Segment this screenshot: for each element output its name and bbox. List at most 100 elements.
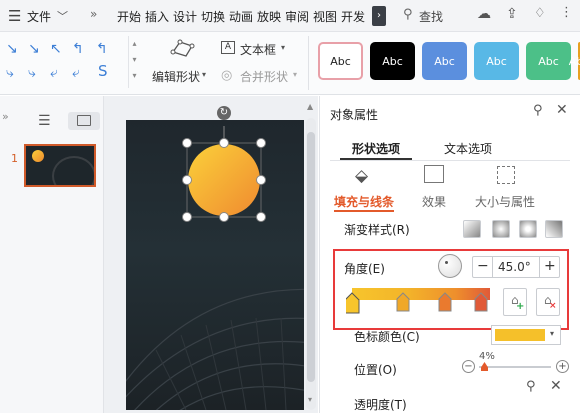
gradient-style-label: 渐变样式(R) bbox=[344, 223, 410, 237]
position-decrement-icon[interactable]: − bbox=[462, 360, 475, 373]
share-icon[interactable]: ⇪ bbox=[506, 6, 518, 22]
decrement-button[interactable]: − bbox=[477, 258, 489, 274]
menu-bar: ☰ 文件 ﹀ » 开始 插入 设计 切换 动画 放映 审阅 视图 开发 › ⚲ … bbox=[0, 0, 580, 32]
stop-color-swatch bbox=[495, 329, 545, 341]
property-panel: 对象属性 ⚲ ✕ 形状选项 文本选项 ⬙ 填充与线条 效果 大小与属性 渐变样式… bbox=[319, 96, 580, 413]
connector-icon[interactable]: ⤷ bbox=[28, 66, 36, 80]
gradient-stop bbox=[474, 292, 488, 312]
tab-developer[interactable]: 开发 bbox=[341, 8, 371, 25]
connector-icon[interactable]: ↰ bbox=[96, 42, 108, 56]
outline-view-icon[interactable]: ☰ bbox=[38, 113, 51, 129]
subtab-effect[interactable]: 效果 bbox=[422, 193, 446, 210]
tab-transition[interactable]: 切换 bbox=[201, 8, 225, 25]
line-shape-icon[interactable]: ↘ bbox=[6, 42, 18, 56]
more-options-icon[interactable]: ⋮ bbox=[560, 5, 573, 20]
scroll-up-icon[interactable]: ▲ bbox=[307, 102, 313, 111]
slide-thumbnail[interactable] bbox=[24, 144, 96, 187]
menu-icon[interactable]: ☰ bbox=[8, 7, 21, 25]
tab-insert[interactable]: 插入 bbox=[145, 8, 169, 25]
stop-color-label: 色标颜色(C) bbox=[354, 330, 420, 344]
effect-icon[interactable] bbox=[424, 165, 444, 183]
add-stop-button[interactable]: ⌂ + bbox=[503, 288, 527, 316]
tab-shape-options[interactable]: 形状选项 bbox=[352, 140, 400, 157]
more-icon[interactable]: » bbox=[90, 7, 97, 21]
edit-shape-button[interactable]: 编辑形状 bbox=[152, 68, 200, 85]
resize-handle[interactable] bbox=[219, 212, 229, 222]
close-icon[interactable]: ✕ bbox=[556, 102, 568, 118]
shape-style-option[interactable]: Abc bbox=[370, 42, 415, 80]
tab-home[interactable]: 开始 bbox=[117, 8, 141, 25]
gradient-style-linear[interactable] bbox=[463, 220, 481, 238]
resize-handle[interactable] bbox=[182, 212, 192, 222]
fill-line-icon[interactable]: ⬙ bbox=[355, 166, 368, 186]
gradient-style-path[interactable] bbox=[545, 220, 563, 238]
angle-input[interactable]: 45.0° bbox=[498, 260, 531, 274]
chevron-down-icon[interactable]: ▾ bbox=[202, 70, 206, 79]
line-shape-icon[interactable]: ↘ bbox=[28, 42, 40, 56]
position-slider-track[interactable] bbox=[479, 366, 551, 368]
increment-button[interactable]: + bbox=[544, 258, 556, 274]
scroll-right-button[interactable]: › bbox=[372, 6, 386, 26]
rotate-handle-icon[interactable]: ↻ bbox=[217, 106, 231, 120]
chevron-down-icon[interactable]: ▾ bbox=[281, 43, 285, 52]
resize-handle[interactable] bbox=[182, 138, 192, 148]
scroll-down-icon[interactable]: ▾ bbox=[308, 395, 312, 404]
shape-style-option[interactable]: Abc bbox=[318, 42, 363, 80]
position-increment-icon[interactable]: + bbox=[556, 360, 569, 373]
resize-handle[interactable] bbox=[256, 175, 266, 185]
subtab-fill-line[interactable]: 填充与线条 bbox=[334, 193, 394, 210]
resize-handle[interactable] bbox=[219, 138, 229, 148]
connector-icon[interactable]: ⤶ bbox=[50, 66, 58, 80]
gradient-style-rect[interactable] bbox=[519, 220, 537, 238]
thumbnail-circle bbox=[32, 150, 44, 162]
shape-style-option[interactable]: Abc bbox=[526, 42, 571, 80]
pin-icon[interactable]: ⚲ bbox=[526, 379, 536, 394]
subtab-size-property[interactable]: 大小与属性 bbox=[475, 193, 535, 210]
textbox-button[interactable]: 文本框 bbox=[240, 41, 276, 58]
tab-slideshow[interactable]: 放映 bbox=[257, 8, 281, 25]
position-label: 位置(O) bbox=[354, 363, 397, 377]
close-icon[interactable]: ✕ bbox=[550, 378, 562, 394]
textbox-icon[interactable]: A bbox=[221, 41, 235, 54]
gradient-stop bbox=[396, 292, 410, 312]
merge-shape-button: 合并形状 bbox=[240, 70, 289, 84]
collapse-icon[interactable]: » bbox=[2, 110, 9, 123]
resize-handle[interactable] bbox=[256, 212, 266, 222]
edit-shape-icon[interactable] bbox=[170, 38, 196, 60]
curve-icon[interactable]: S bbox=[98, 64, 108, 79]
chevron-down-icon[interactable]: ﹀ bbox=[57, 8, 68, 24]
tab-view[interactable]: 视图 bbox=[313, 8, 337, 25]
angle-stepper[interactable]: − 45.0° + bbox=[472, 256, 560, 278]
tab-text-options[interactable]: 文本选项 bbox=[444, 140, 492, 157]
thumbnail-pane: » ☰ 1 bbox=[0, 96, 104, 413]
resize-handle[interactable] bbox=[256, 138, 266, 148]
notification-icon[interactable]: ♢ bbox=[534, 6, 546, 21]
gradient-style-radial[interactable] bbox=[492, 220, 510, 238]
line-shape-icon[interactable]: ↖ bbox=[50, 42, 62, 56]
position-slider-thumb[interactable] bbox=[481, 362, 488, 371]
size-property-icon[interactable] bbox=[497, 166, 515, 184]
stop-color-picker[interactable]: ▾ bbox=[491, 325, 561, 345]
remove-stop-button[interactable]: ⌂ × bbox=[536, 288, 560, 316]
connector-icon[interactable]: ↰ bbox=[72, 42, 84, 56]
gradient-stops bbox=[346, 292, 488, 314]
angle-dial[interactable] bbox=[438, 254, 462, 278]
tab-review[interactable]: 审阅 bbox=[285, 8, 309, 25]
pin-icon[interactable]: ⚲ bbox=[533, 103, 543, 118]
chevron-down-icon: ▾ bbox=[293, 70, 298, 79]
ribbon: ↘ ↘ ↖ ↰ ↰ ⤷ ⤷ ⤶ ⤶ S ▴ ▾ ▾ 编辑形状 ▾ A 文本框 ▾ ◎… bbox=[0, 32, 580, 95]
curve-icon[interactable]: ⤶ bbox=[72, 66, 80, 80]
shape-style-option[interactable]: Abc bbox=[422, 42, 467, 80]
search-icon[interactable]: ⚲ bbox=[403, 7, 413, 22]
search-label[interactable]: 查找 bbox=[419, 8, 443, 25]
chevron-down-icon[interactable]: ▾ bbox=[550, 329, 554, 338]
connector-icon[interactable]: ⤷ bbox=[6, 66, 14, 80]
slide-view-icon[interactable] bbox=[68, 112, 100, 130]
tab-design[interactable]: 设计 bbox=[173, 8, 197, 25]
cloud-icon[interactable]: ☁ bbox=[477, 6, 491, 22]
resize-handle[interactable] bbox=[182, 175, 192, 185]
shape-style-option[interactable]: Abc bbox=[474, 42, 519, 80]
gallery-scroll[interactable]: ▴ ▾ ▾ bbox=[128, 36, 140, 88]
tab-animation[interactable]: 动画 bbox=[229, 8, 253, 25]
file-menu[interactable]: 文件 bbox=[27, 8, 51, 25]
